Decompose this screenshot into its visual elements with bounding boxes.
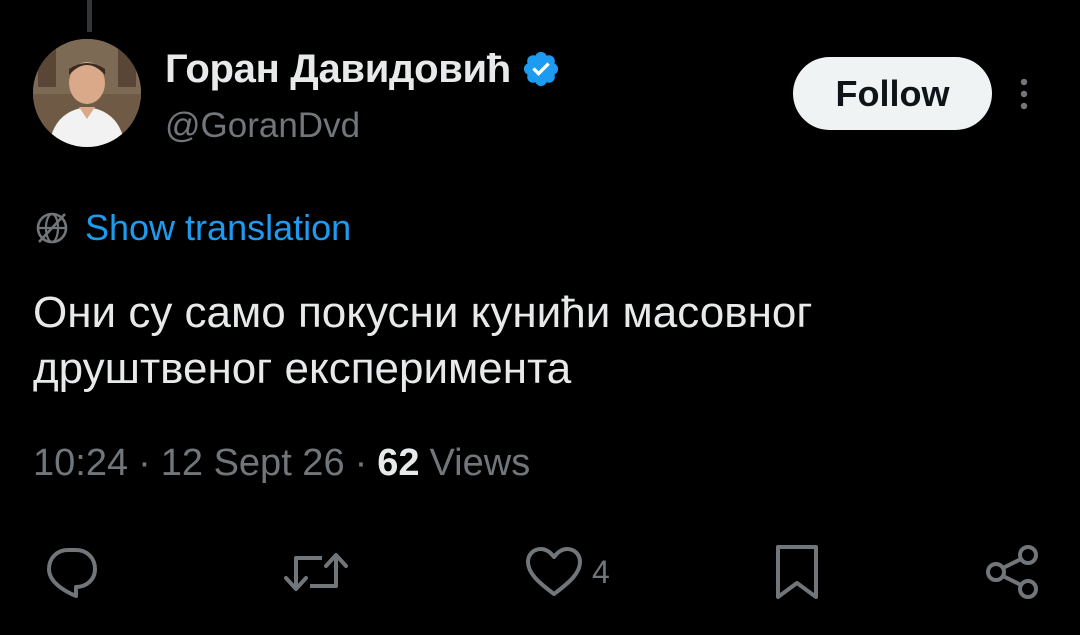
meta-separator: · [138,441,151,484]
tweet-action-bar: 4 [0,540,1080,604]
tweet-meta: 10:24 · 12 Sept 26 · 62 Views [33,436,530,490]
bookmark-button[interactable] [772,540,822,604]
reply-icon [47,548,97,598]
tweet-detail-view: Горан Давидовић @GoranDvd Follow Show tr… [0,0,1080,635]
bookmark-icon [776,545,818,599]
retweet-icon [284,553,348,591]
more-vertical-icon[interactable] [1010,76,1038,112]
share-button[interactable] [984,540,1042,604]
tweet-date[interactable]: 12 Sept 26 [161,442,345,485]
thread-connector-line [87,0,92,32]
author-handle[interactable]: @GoranDvd [165,106,360,146]
avatar[interactable] [33,39,141,147]
globe-translate-icon [33,209,71,247]
heart-icon [526,547,582,596]
reply-button[interactable] [42,540,102,604]
author-name-row: Горан Давидовић [165,44,561,94]
translation-row: Show translation [33,206,351,250]
follow-button[interactable]: Follow [793,57,992,130]
share-icon [986,545,1038,599]
show-translation-link[interactable]: Show translation [85,207,351,249]
like-count: 4 [592,553,610,590]
author-display-name[interactable]: Горан Давидовић [165,47,511,92]
tweet-time[interactable]: 10:24 [33,442,128,485]
meta-separator: · [354,441,368,484]
tweet-text: Они су само покусни кунићи масовног друш… [33,288,813,393]
views-count[interactable]: 62 [377,442,419,485]
like-button[interactable]: 4 [524,540,610,604]
retweet-button[interactable] [282,540,350,604]
views-label[interactable]: Views [430,442,531,485]
verified-badge-icon[interactable] [521,49,561,89]
avatar-image [33,39,141,147]
